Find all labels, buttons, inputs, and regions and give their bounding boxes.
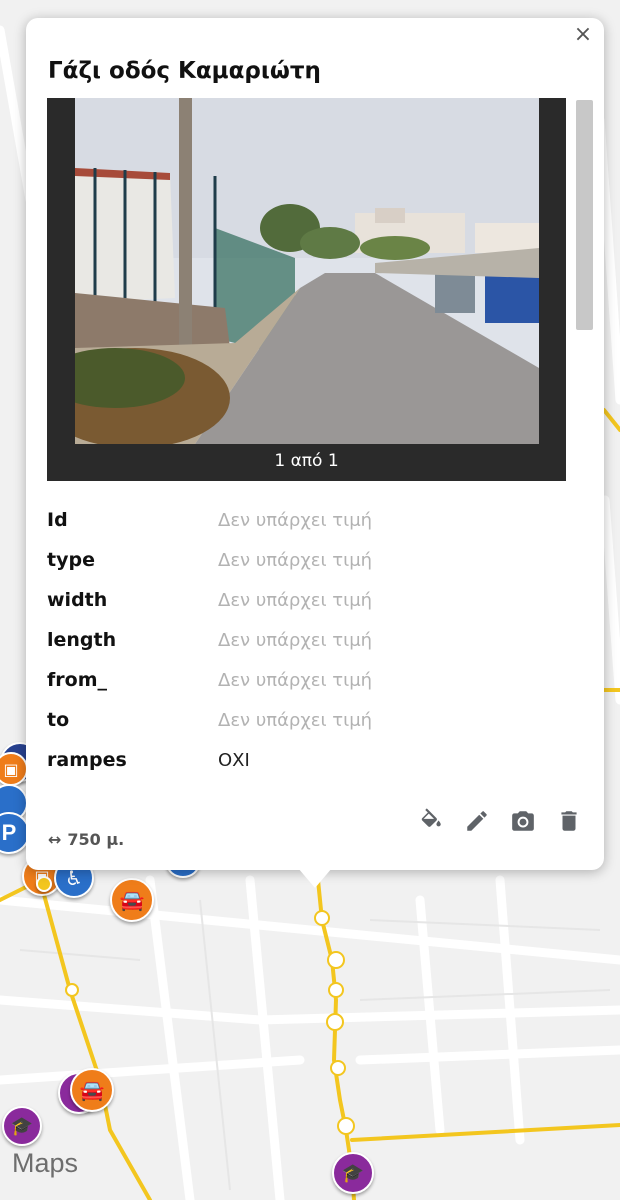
attribute-key: to: [47, 709, 70, 731]
photo-viewer[interactable]: 1 από 1: [47, 98, 566, 481]
attribute-row: from_ Δεν υπάρχει τιμή: [47, 660, 567, 700]
attribute-value: Δεν υπάρχει τιμή: [218, 709, 373, 731]
attribute-row: park_spac 0: [47, 780, 567, 792]
attribute-row: length Δεν υπάρχει τιμή: [47, 620, 567, 660]
popup-pointer: [298, 868, 332, 888]
attribute-table: Id Δεν υπάρχει τιμή type Δεν υπάρχει τιμ…: [47, 500, 567, 792]
attribute-key: Id: [47, 509, 68, 531]
attribute-key: rampes: [47, 749, 127, 771]
attribute-value: Δεν υπάρχει τιμή: [218, 589, 373, 611]
close-button[interactable]: ×: [570, 22, 596, 48]
camera-icon[interactable]: [510, 808, 536, 834]
attribute-value: ΟΧΙ: [218, 749, 250, 771]
attribute-key: length: [47, 629, 117, 651]
attribute-row: type Δεν υπάρχει τιμή: [47, 540, 567, 580]
paint-bucket-icon[interactable]: [418, 808, 444, 834]
popup-scrollbar[interactable]: [576, 98, 593, 798]
attribute-value: Δεν υπάρχει τιμή: [218, 669, 373, 691]
attribute-key: type: [47, 549, 95, 571]
popup-title: Γάζι οδός Καμαριώτη: [48, 58, 321, 84]
attribute-key: park_spac: [47, 789, 218, 792]
car-marker-icon[interactable]: 🚘: [110, 878, 154, 922]
attribute-row: Id Δεν υπάρχει τιμή: [47, 500, 567, 540]
school-marker-icon[interactable]: 🎓: [332, 1152, 374, 1194]
attribute-row: width Δεν υπάρχει τιμή: [47, 580, 567, 620]
attribute-value: Δεν υπάρχει τιμή: [218, 509, 373, 531]
photo-counter: 1 από 1: [274, 451, 339, 471]
feature-popup: × Γάζι οδός Καμαριώτη 1 από 1 Id Δεν υπά…: [26, 18, 604, 870]
popup-toolbar: [418, 808, 582, 834]
pencil-icon[interactable]: [464, 808, 490, 834]
attribute-key: width: [47, 589, 108, 611]
attribute-row: rampes ΟΧΙ: [47, 740, 567, 780]
map-marker-yellow[interactable]: [36, 876, 52, 892]
attribute-key: from_: [47, 669, 107, 691]
school-marker-icon[interactable]: 🎓: [2, 1106, 42, 1146]
trash-icon[interactable]: [556, 808, 582, 834]
measurement-value: 750 μ.: [67, 830, 125, 849]
attribute-row: to Δεν υπάρχει τιμή: [47, 700, 567, 740]
attribute-value: Δεν υπάρχει τιμή: [218, 549, 373, 571]
scrollbar-thumb[interactable]: [576, 100, 593, 330]
length-measurement: ↔ 750 μ.: [48, 830, 124, 849]
street-photo-image: [75, 98, 539, 444]
attribute-value: 0: [218, 790, 229, 793]
double-arrow-icon: ↔: [48, 830, 62, 849]
car-marker-icon[interactable]: 🚘: [70, 1068, 114, 1112]
attribute-value: Δεν υπάρχει τιμή: [218, 629, 373, 651]
map-attribution: Maps: [12, 1148, 79, 1178]
feature-photo[interactable]: [75, 98, 539, 444]
